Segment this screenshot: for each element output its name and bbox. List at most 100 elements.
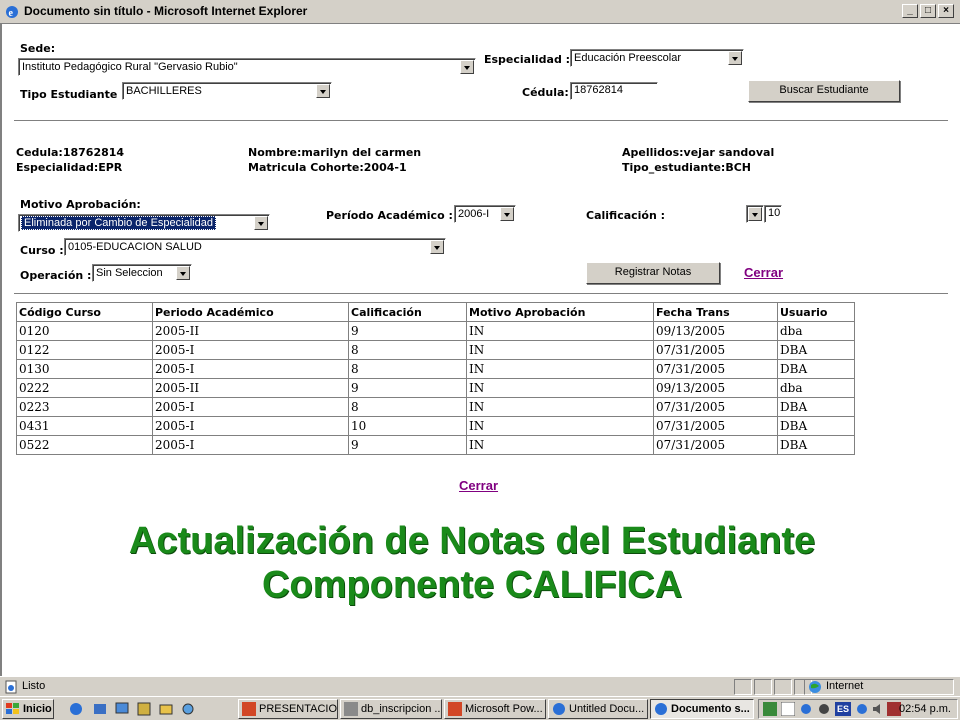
- tipo-estudiante-select[interactable]: BACHILLERES: [122, 82, 332, 100]
- cell-codigo: 0222: [16, 378, 153, 398]
- col-usuario: Usuario: [777, 302, 855, 322]
- task-label: PRESENTACIO...: [259, 703, 338, 715]
- explorer-quicklaunch-icon[interactable]: [158, 701, 174, 717]
- cell-periodo: 2005-I: [152, 397, 349, 417]
- cell-usuario: DBA: [777, 397, 855, 417]
- buscar-estudiante-button[interactable]: Buscar Estudiante: [748, 80, 900, 102]
- cell-calificacion: 9: [348, 378, 467, 398]
- chevron-down-icon: [500, 207, 514, 221]
- ie-quicklaunch-icon[interactable]: [68, 701, 84, 717]
- especialidad-select[interactable]: Educación Preescolar: [570, 49, 744, 67]
- col-periodo-academico: Periodo Académico: [152, 302, 349, 322]
- chevron-down-icon: [176, 266, 190, 280]
- status-pane: [734, 679, 752, 695]
- chevron-down-icon: [728, 51, 742, 65]
- grades-table: Código Curso Periodo Académico Calificac…: [16, 302, 855, 455]
- cell-periodo: 2005-I: [152, 416, 349, 436]
- status-pane: [774, 679, 792, 695]
- outlook-quicklaunch-icon[interactable]: [92, 701, 108, 717]
- divider: [14, 120, 948, 122]
- sede-select[interactable]: Instituto Pedagógico Rural "Gervasio Rub…: [18, 58, 476, 76]
- periodo-select[interactable]: 2006-I: [454, 205, 516, 223]
- cell-motivo: IN: [466, 416, 654, 436]
- status-bar: Listo Internet: [0, 676, 960, 696]
- table-row: 0223 2005-I 8 IN 07/31/2005 DBA: [16, 397, 855, 417]
- powerpoint-icon: [448, 702, 462, 716]
- cell-codigo: 0122: [16, 340, 153, 360]
- cell-usuario: DBA: [777, 340, 855, 360]
- start-label: Inicio: [23, 703, 52, 715]
- taskbar: Inicio PRESENTACIO... db_inscripcion ...…: [0, 696, 960, 720]
- powerpoint-icon: [242, 702, 256, 716]
- cell-fecha: 07/31/2005: [653, 397, 778, 417]
- operacion-select[interactable]: Sin Seleccion: [92, 264, 192, 282]
- status-text: Listo: [22, 680, 46, 692]
- antivirus-icon[interactable]: [817, 702, 831, 716]
- task-untitled-document[interactable]: Untitled Docu...: [548, 699, 648, 719]
- operacion-label: Operación :: [20, 269, 92, 282]
- task-presentacion[interactable]: PRESENTACIO...: [238, 699, 338, 719]
- slide-title-line1: Actualización de Notas del Estudiante: [128, 520, 816, 562]
- close-button[interactable]: ×: [938, 4, 954, 18]
- cerrar-link-bottom[interactable]: Cerrar: [459, 478, 498, 493]
- calificacion-dropdown[interactable]: [746, 205, 764, 223]
- motivo-select[interactable]: Eliminada por Cambio de Especialidad: [18, 214, 270, 232]
- student-apellidos: Apellidos:vejar sandoval: [622, 146, 775, 159]
- slide-title-line2: Componente CALIFICA: [261, 564, 683, 606]
- language-indicator[interactable]: ES: [835, 702, 851, 716]
- cerrar-link-top[interactable]: Cerrar: [744, 265, 783, 280]
- volume-icon[interactable]: [871, 702, 885, 716]
- cell-fecha: 09/13/2005: [653, 378, 778, 398]
- cell-calificacion: 8: [348, 359, 467, 379]
- task-db-inscripcion[interactable]: db_inscripcion ...: [340, 699, 442, 719]
- cell-fecha: 07/31/2005: [653, 340, 778, 360]
- cell-fecha: 07/31/2005: [653, 359, 778, 379]
- divider: [14, 293, 948, 295]
- tool-quicklaunch-icon[interactable]: [180, 701, 196, 717]
- cell-periodo: 2005-II: [152, 378, 349, 398]
- task-label: db_inscripcion ...: [361, 703, 442, 715]
- cell-calificacion: 8: [348, 397, 467, 417]
- maximize-button[interactable]: □: [920, 4, 936, 18]
- minimize-button[interactable]: _: [902, 4, 918, 18]
- motivo-label: Motivo Aprobación:: [20, 198, 141, 211]
- internet-explorer-icon: e: [6, 6, 18, 19]
- col-fecha-trans: Fecha Trans: [653, 302, 778, 322]
- cell-usuario: dba: [777, 378, 855, 398]
- cell-periodo: 2005-I: [152, 359, 349, 379]
- curso-select[interactable]: 0105-EDUCACION SALUD: [64, 238, 446, 256]
- cell-periodo: 2005-I: [152, 435, 349, 455]
- tray-app-icon[interactable]: [763, 702, 777, 716]
- help-icon[interactable]: [855, 702, 869, 716]
- sede-label: Sede:: [20, 42, 56, 55]
- task-label: Microsoft Pow...: [465, 703, 543, 715]
- chevron-down-icon: [748, 207, 762, 221]
- internet-zone-icon: [809, 681, 821, 693]
- cell-usuario: DBA: [777, 435, 855, 455]
- col-codigo-curso: Código Curso: [16, 302, 153, 322]
- app-quicklaunch-icon[interactable]: [136, 701, 152, 717]
- start-button[interactable]: Inicio: [2, 699, 54, 719]
- task-label: Untitled Docu...: [569, 703, 645, 715]
- especialidad-label: Especialidad :: [484, 53, 571, 66]
- registrar-notas-button[interactable]: Registrar Notas: [586, 262, 720, 284]
- curso-label: Curso :: [20, 244, 64, 257]
- chevron-down-icon: [460, 60, 474, 74]
- database-icon: [344, 702, 358, 716]
- cell-codigo: 0130: [16, 359, 153, 379]
- task-microsoft-powerpoint[interactable]: Microsoft Pow...: [444, 699, 546, 719]
- network-icon[interactable]: [799, 702, 813, 716]
- table-row: 0222 2005-II 9 IN 09/13/2005 dba: [16, 378, 855, 398]
- desktop-quicklaunch-icon[interactable]: [114, 701, 130, 717]
- task-documento-sin-titulo[interactable]: Documento s...: [650, 699, 754, 719]
- sun-clip-icon[interactable]: [781, 702, 795, 716]
- svg-text:e: e: [9, 8, 14, 19]
- cell-usuario: dba: [777, 321, 855, 341]
- cell-periodo: 2005-I: [152, 340, 349, 360]
- cedula-input[interactable]: 18762814: [570, 82, 658, 100]
- cell-codigo: 0431: [16, 416, 153, 436]
- cell-periodo: 2005-II: [152, 321, 349, 341]
- calificacion-input[interactable]: 10: [764, 205, 782, 223]
- student-especialidad: Especialidad:EPR: [16, 161, 123, 174]
- chevron-down-icon: [254, 216, 268, 230]
